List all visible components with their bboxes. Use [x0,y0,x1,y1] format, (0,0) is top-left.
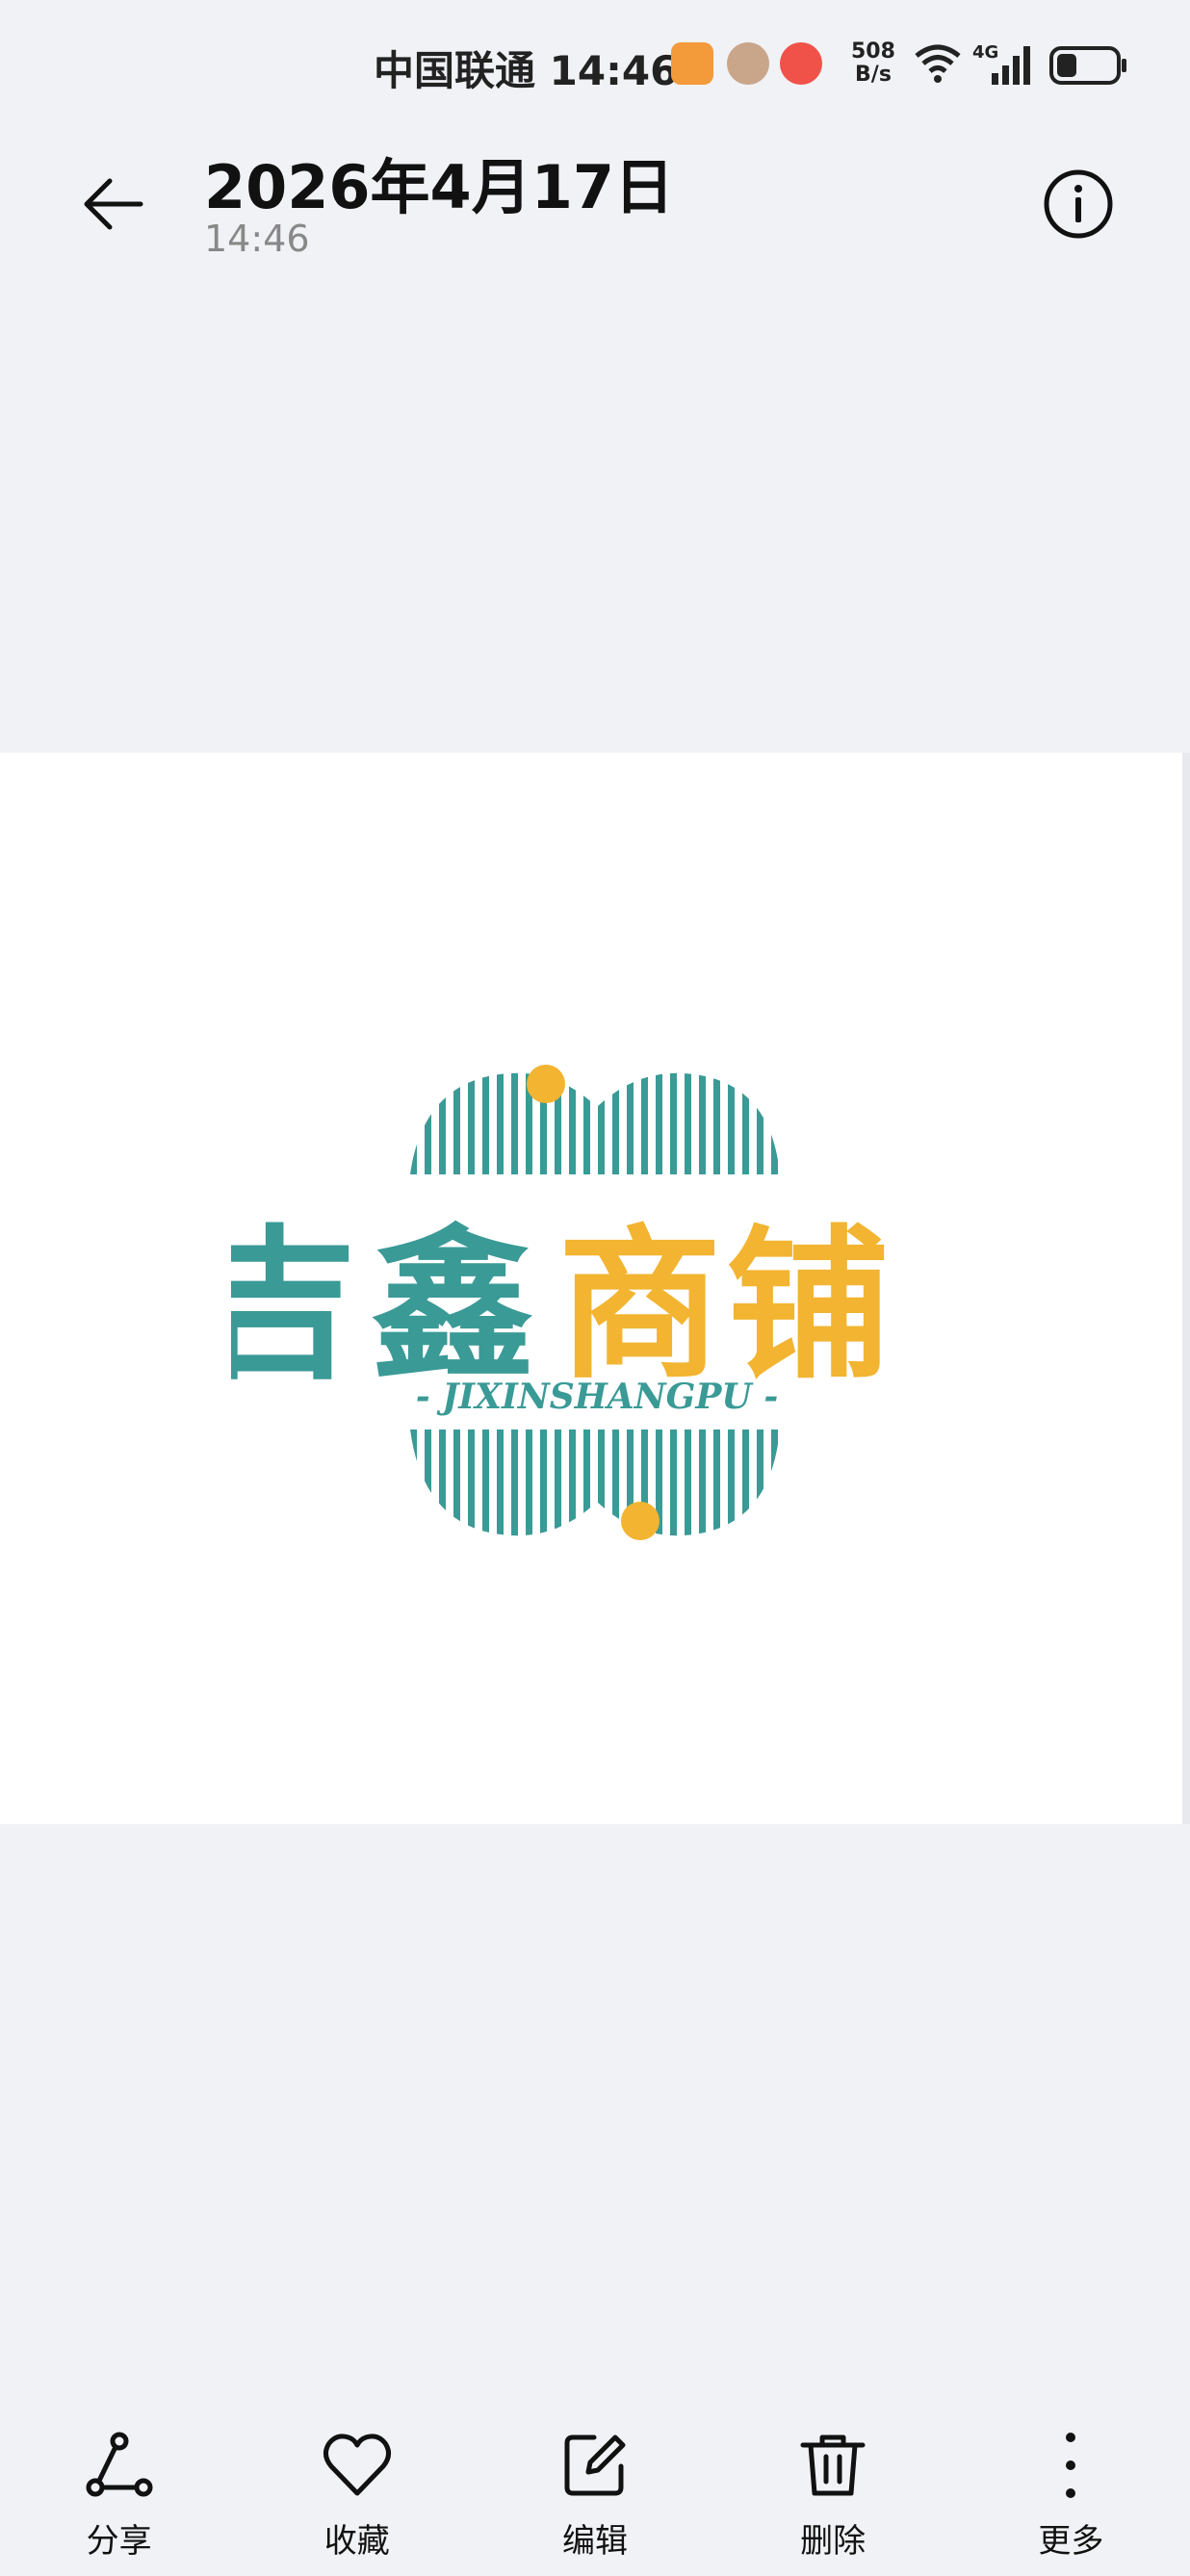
edit-button[interactable]: 编辑 [528,2407,662,2576]
heart-icon [323,2434,391,2496]
back-button[interactable] [77,166,154,243]
net-speed-value: 508 [851,39,895,64]
photo-time: 14:46 [204,218,310,260]
logo-chinese-left: 吉鑫 [231,1211,535,1402]
notification-avatar-icon [727,42,769,85]
bottom-toolbar: 分享 收藏 编辑 删除 更多 [0,2407,1190,2576]
share-icon [86,2432,153,2497]
delete-label: 删除 [800,2522,867,2561]
notification-app2-icon [780,42,822,85]
favorite-button[interactable]: 收藏 [290,2407,425,2576]
next-photo-edge [1182,753,1190,1824]
edit-icon [564,2434,626,2496]
logo-bottom-stripes [410,1430,778,1536]
more-button[interactable]: 更多 [1003,2407,1138,2576]
trash-icon [800,2434,866,2496]
logo-pinyin: - JIXINSHANGPU - [416,1377,779,1417]
more-label: 更多 [1038,2522,1104,2561]
share-button[interactable]: 分享 [52,2407,187,2576]
favorite-label: 收藏 [323,2522,390,2561]
network-type: 4G [972,42,998,63]
delete-button[interactable]: 删除 [765,2407,900,2576]
notification-app-icon [671,42,713,85]
carrier-time: 中国联通 14:46 [374,47,679,94]
more-icon [1066,2433,1076,2498]
battery-icon [1049,46,1126,85]
net-speed: 508 B/s [851,40,895,87]
share-label: 分享 [86,2522,152,2561]
logo-bottom-dot [621,1502,660,1540]
logo-top-dot [527,1065,565,1103]
edit-label: 编辑 [561,2522,628,2561]
signal-icon: 4G [972,42,1030,85]
photo-date: 2026年4月17日 [204,152,674,222]
info-button[interactable] [1040,166,1117,243]
jixin-logo-image: 吉鑫 商铺 - JIXINSHANGPU - [231,1065,963,1540]
status-bar: 中国联通 14:46 508 B/s 4G [0,0,1190,135]
wifi-icon [915,44,961,83]
logo-top-stripes [410,1072,778,1174]
net-speed-unit: B/s [855,63,892,87]
